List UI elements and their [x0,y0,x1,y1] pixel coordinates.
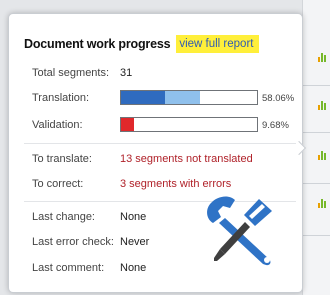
popup-title: Document work progress [24,37,171,51]
view-full-report-link[interactable]: view full report [176,35,260,53]
total-segments-label: Total segments: [32,67,110,79]
last-change-label: Last change: [32,211,95,223]
list-divider [303,235,330,236]
list-divider [303,132,330,133]
last-error-check-label: Last error check: [32,236,114,248]
screwdriver-icon [214,199,272,261]
list-divider [303,183,330,184]
translation-done-segment [121,91,165,104]
validation-fill [121,118,135,131]
to-correct-label: To correct: [32,178,84,190]
to-translate-label: To translate: [32,153,92,165]
list-divider [303,85,330,86]
validation-percent: 9.68% [262,120,289,131]
popup-header: Document work progress view full report [24,35,260,53]
to-translate-link[interactable]: 13 segments not translated [120,153,253,165]
bar-chart-icon[interactable] [318,52,326,62]
translation-pending-segment [164,91,200,104]
validation-label: Validation: [32,119,83,131]
to-correct-link[interactable]: 3 segments with errors [120,178,231,190]
bar-chart-icon[interactable] [318,100,326,110]
validation-progress-bar [120,117,258,132]
wrench-screwdriver-icon [207,196,272,266]
last-comment-value: None [120,262,147,274]
translation-percent: 58.06% [262,93,295,104]
total-segments-value: 31 [120,67,133,79]
translation-progress-bar [120,90,258,105]
section-divider [24,143,296,144]
last-error-check-value: Never [120,236,150,248]
bar-chart-icon[interactable] [318,150,326,160]
bar-chart-icon[interactable] [318,198,326,208]
translation-label: Translation: [32,92,90,104]
last-change-value: None [120,211,147,223]
last-comment-label: Last comment: [32,262,105,274]
